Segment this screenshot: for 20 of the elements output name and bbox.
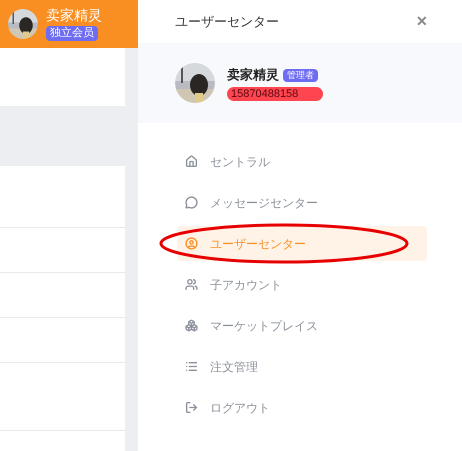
role-badge: 管理者 <box>283 68 318 82</box>
list-icon <box>185 360 198 373</box>
menu-item[interactable]: 子アカウント <box>177 267 427 302</box>
close-button[interactable]: ✕ <box>416 11 428 32</box>
menu-item[interactable]: ログアウト <box>177 390 427 425</box>
chat-bubble-icon <box>185 196 198 209</box>
menu-item[interactable]: 注文管理 <box>177 349 427 384</box>
user-name: 卖家精灵 <box>46 6 102 24</box>
menu-item[interactable]: メッセージセンター <box>177 185 427 220</box>
users-icon <box>185 278 198 291</box>
boxes-icon <box>185 319 198 332</box>
logout-icon <box>185 401 198 414</box>
menu-item[interactable]: セントラル <box>177 144 427 179</box>
membership-badge: 独立会员 <box>46 26 98 42</box>
profile-name: 卖家精灵 <box>227 66 279 84</box>
home-icon <box>185 155 198 168</box>
user-icon <box>185 237 198 250</box>
menu-item[interactable]: マーケットプレイス <box>177 308 427 343</box>
phone-number: 15870488158 <box>227 86 323 101</box>
drawer-title: ユーザーセンター <box>175 12 279 31</box>
